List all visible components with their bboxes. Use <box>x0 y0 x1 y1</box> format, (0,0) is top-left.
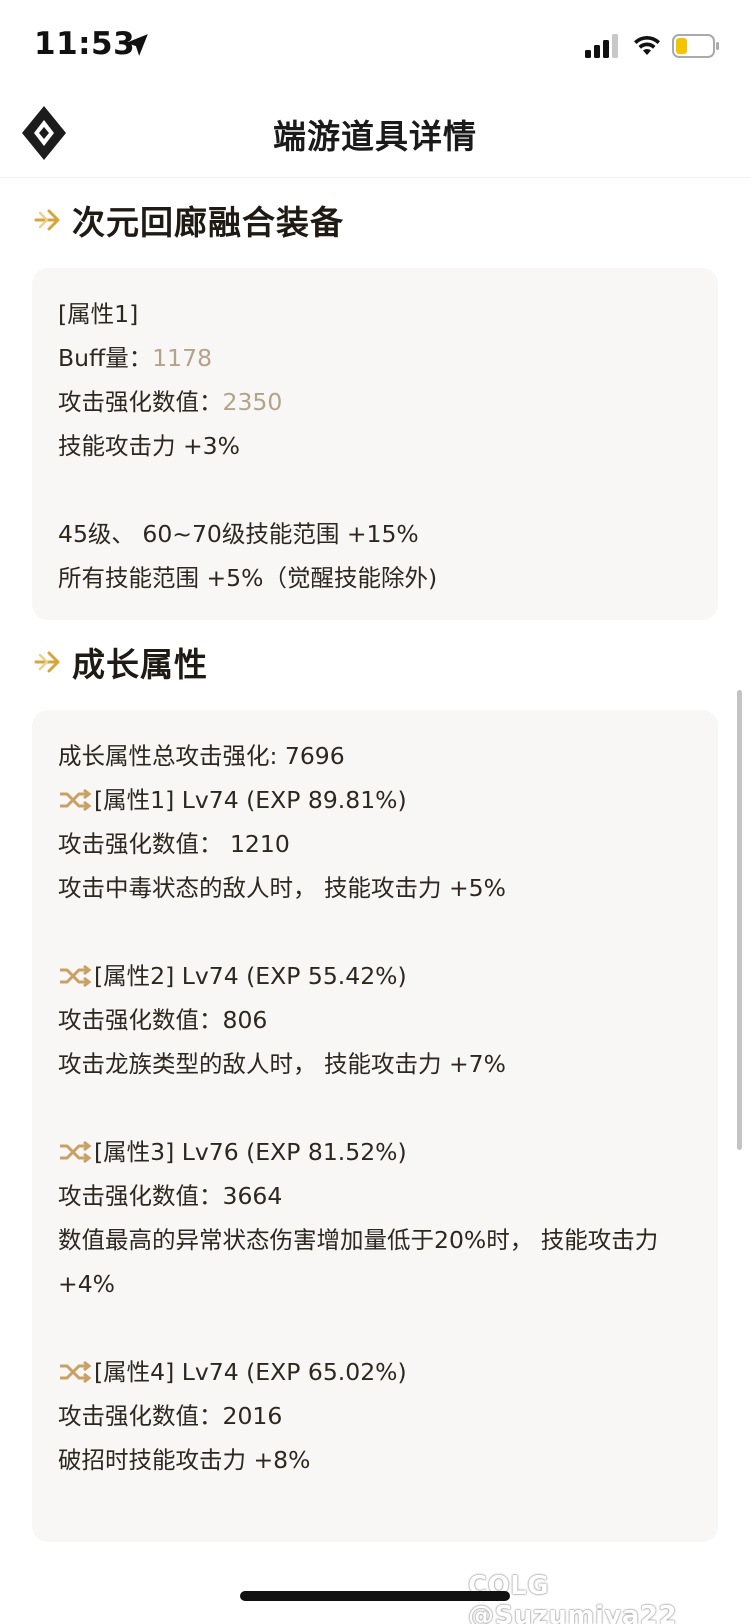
growth-attr-header: [属性2] Lv74 (EXP 55.42%) <box>58 954 692 998</box>
battery-icon <box>672 34 719 58</box>
growth-attr-header: [属性1] Lv74 (EXP 89.81%) <box>58 778 692 822</box>
wifi-icon <box>634 35 660 55</box>
growth-attr-header: [属性3] Lv76 (EXP 81.52%) <box>58 1130 692 1174</box>
growth-attr-title: [属性3] Lv76 (EXP 81.52%) <box>94 1138 407 1166</box>
growth-attr-title: [属性1] Lv74 (EXP 89.81%) <box>94 786 407 814</box>
growth-attr-effect: 攻击龙族类型的敌人时， 技能攻击力 +7% <box>58 1050 506 1078</box>
growth-total: 成长属性总攻击强化: 7696 <box>58 742 345 770</box>
attr-label: [属性1] <box>58 300 139 328</box>
shuffle-icon <box>60 788 92 812</box>
arrow-right-icon <box>34 651 60 673</box>
growth-attr-atk: 攻击强化数值：3664 <box>58 1182 283 1210</box>
buff-value: 1178 <box>152 344 213 372</box>
range-text-2: 所有技能范围 +5%（觉醒技能除外) <box>58 564 438 592</box>
atk-value: 2350 <box>222 388 283 416</box>
scrollbar[interactable] <box>737 690 742 1150</box>
growth-attr-atk: 攻击强化数值：2016 <box>58 1402 283 1430</box>
app-header: 端游道具详情 <box>0 92 750 178</box>
skill-atk-text: 技能攻击力 +3% <box>58 432 240 460</box>
growth-attr-effect: 数值最高的异常状态伤害增加量低于20%时， 技能攻击力 +4% <box>58 1226 659 1298</box>
growth-attr-effect: 攻击中毒状态的敌人时， 技能攻击力 +5% <box>58 874 506 902</box>
growth-attr-header: [属性4] Lv74 (EXP 65.02%) <box>58 1350 692 1394</box>
arrow-right-icon <box>34 209 60 231</box>
buff-row: Buff量：1178 <box>58 336 692 380</box>
growth-attr-title: [属性2] Lv74 (EXP 55.42%) <box>94 962 407 990</box>
growth-card: 成长属性总攻击强化: 7696 [属性1] Lv74 (EXP 89.81%) … <box>32 710 718 1542</box>
growth-attr-title: [属性4] Lv74 (EXP 65.02%) <box>94 1358 407 1386</box>
buff-label: Buff量： <box>58 344 153 372</box>
page-title: 端游道具详情 <box>273 117 477 156</box>
location-arrow-icon <box>126 34 148 56</box>
status-bar: 11:53 <box>0 0 750 92</box>
status-time: 11:53 <box>34 26 136 62</box>
shuffle-icon <box>60 1360 92 1384</box>
fusion-card: [属性1] Buff量：1178 攻击强化数值：2350 技能攻击力 +3% 4… <box>32 268 718 620</box>
shuffle-icon <box>60 964 92 988</box>
fusion-section-title: 次元回廊融合装备 <box>34 196 344 244</box>
growth-attr-atk: 攻击强化数值： 1210 <box>58 830 290 858</box>
atk-label: 攻击强化数值： <box>58 388 223 416</box>
section-title-text: 次元回廊融合装备 <box>72 203 344 242</box>
signal-icon <box>585 34 618 58</box>
shuffle-icon <box>60 1140 92 1164</box>
growth-attr-atk: 攻击强化数值：806 <box>58 1006 268 1034</box>
range-text-1: 45级、 60~70级技能范围 +15% <box>58 520 419 548</box>
section-title-text: 成长属性 <box>72 645 208 684</box>
growth-section-title: 成长属性 <box>34 638 208 686</box>
watermark-text: COLG @Suzumiya22 <box>468 1571 678 1624</box>
growth-attr-effect: 破招时技能攻击力 +8% <box>58 1446 311 1474</box>
home-indicator[interactable] <box>240 1591 510 1601</box>
atk-row: 攻击强化数值：2350 <box>58 380 692 424</box>
